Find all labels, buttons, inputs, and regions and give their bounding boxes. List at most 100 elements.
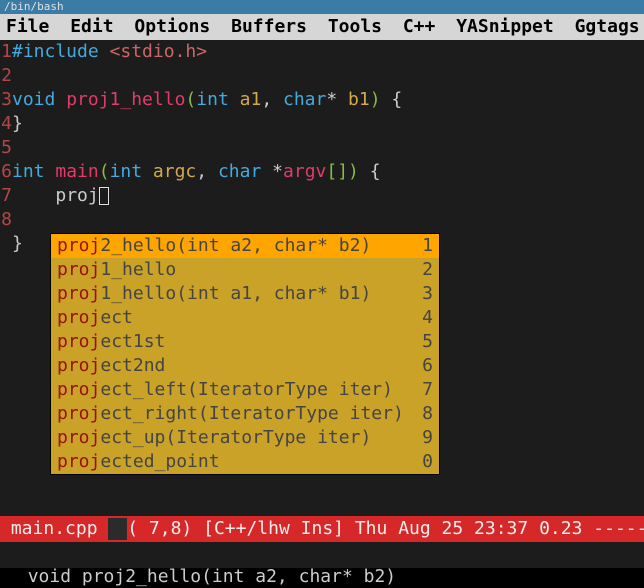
line-number bbox=[0, 232, 12, 256]
param-type: char bbox=[218, 161, 261, 182]
completion-match: proj bbox=[57, 427, 100, 448]
completion-number: 9 bbox=[415, 426, 433, 450]
completion-item[interactable]: project_right(IteratorType iter)8 bbox=[51, 402, 439, 426]
include-keyword: #include bbox=[12, 41, 99, 62]
completion-item[interactable]: projected_point0 bbox=[51, 450, 439, 474]
completion-item[interactable]: project2nd6 bbox=[51, 354, 439, 378]
completion-item[interactable]: project4 bbox=[51, 306, 439, 330]
completion-number: 4 bbox=[415, 306, 433, 330]
line-number: 8 bbox=[0, 208, 12, 232]
line-number: 4 bbox=[0, 112, 12, 136]
completion-label: project bbox=[57, 306, 415, 330]
completion-rest: 2_hello(int a2, char* b2) bbox=[100, 235, 371, 256]
menu-yasnippet[interactable]: YASnippet bbox=[456, 16, 554, 37]
menu-buffers[interactable]: Buffers bbox=[231, 16, 307, 37]
completion-number: 5 bbox=[415, 330, 433, 354]
editor-area[interactable]: 1 #include <stdio.h> 2 3 void proj1_hell… bbox=[0, 40, 644, 516]
param-type: int bbox=[110, 161, 143, 182]
menu-options[interactable]: Options bbox=[134, 16, 210, 37]
completion-label: project1st bbox=[57, 330, 415, 354]
completion-match: proj bbox=[57, 451, 100, 472]
completion-number: 6 bbox=[415, 354, 433, 378]
completion-item[interactable]: project1st5 bbox=[51, 330, 439, 354]
keyword-int: int bbox=[12, 161, 45, 182]
completion-label: project_up(IteratorType iter) bbox=[57, 426, 415, 450]
completion-rest: ect bbox=[100, 307, 133, 328]
completion-rest: ect_left(IteratorType iter) bbox=[100, 379, 393, 400]
param-name: a1 bbox=[240, 89, 262, 110]
menu-cpp[interactable]: C++ bbox=[403, 16, 436, 37]
completion-rest: ected_point bbox=[100, 451, 219, 472]
modeline-time: Thu Aug 25 23:37 bbox=[355, 518, 528, 539]
modeline-filename: main.cpp bbox=[11, 518, 98, 539]
completion-label: proj1_hello bbox=[57, 258, 415, 282]
menu-file[interactable]: File bbox=[6, 16, 49, 37]
param-name: argv bbox=[283, 161, 326, 182]
star: * bbox=[326, 89, 337, 110]
text-cursor bbox=[99, 187, 109, 205]
completion-popup[interactable]: proj2_hello(int a2, char* b2)1proj1_hell… bbox=[50, 233, 440, 475]
menu-bar: File Edit Options Buffers Tools C++ YASn… bbox=[0, 14, 644, 40]
minibuffer-text: void proj2_hello(int a2, char* b2) bbox=[28, 566, 396, 587]
completion-match: proj bbox=[57, 403, 100, 424]
completion-label: projected_point bbox=[57, 450, 415, 474]
window-title: /bin/bash bbox=[4, 0, 64, 13]
code-line: 4 } bbox=[0, 112, 644, 136]
code-line: 5 bbox=[0, 136, 644, 160]
completion-rest: 1_hello bbox=[100, 259, 176, 280]
line-number: 3 bbox=[0, 88, 12, 112]
modeline-gap: 1 bbox=[108, 518, 127, 540]
completion-rest: ect_right(IteratorType iter) bbox=[100, 403, 403, 424]
code-line: 2 bbox=[0, 64, 644, 88]
completion-rest: ect2nd bbox=[100, 355, 165, 376]
completion-number: 8 bbox=[415, 402, 433, 426]
code-line: 7 proj bbox=[0, 184, 644, 208]
completion-number: 3 bbox=[415, 282, 433, 306]
completion-rest: ect_up(IteratorType iter) bbox=[100, 427, 371, 448]
param-name: argc bbox=[153, 161, 196, 182]
completion-item[interactable]: proj2_hello(int a2, char* b2)1 bbox=[51, 234, 439, 258]
completion-rest: 1_hello(int a1, char* b1) bbox=[100, 283, 371, 304]
typed-prefix: proj bbox=[55, 185, 98, 206]
completion-label: project2nd bbox=[57, 354, 415, 378]
completion-label: proj1_hello(int a1, char* b1) bbox=[57, 282, 415, 306]
completion-match: proj bbox=[57, 355, 100, 376]
function-name: proj1_hello bbox=[66, 89, 185, 110]
completion-match: proj bbox=[57, 235, 100, 256]
completion-match: proj bbox=[57, 259, 100, 280]
completion-item[interactable]: proj1_hello(int a1, char* b1)3 bbox=[51, 282, 439, 306]
code-line: 6 int main(int argc, char *argv[]) { bbox=[0, 160, 644, 184]
completion-label: project_left(IteratorType iter) bbox=[57, 378, 415, 402]
keyword-void: void bbox=[12, 89, 55, 110]
line-number: 7 bbox=[0, 184, 12, 208]
param-type: char bbox=[283, 89, 326, 110]
completion-item[interactable]: proj1_hello2 bbox=[51, 258, 439, 282]
completion-label: project_right(IteratorType iter) bbox=[57, 402, 415, 426]
menu-ggtags[interactable]: Ggtags bbox=[575, 16, 640, 37]
completion-match: proj bbox=[57, 283, 100, 304]
completion-rest: ect1st bbox=[100, 331, 165, 352]
completion-item[interactable]: project_left(IteratorType iter)7 bbox=[51, 378, 439, 402]
modeline-pos: ( 7,8) bbox=[127, 518, 192, 539]
completion-number: 0 bbox=[415, 450, 433, 474]
menu-edit[interactable]: Edit bbox=[70, 16, 113, 37]
modeline-load: 0.23 bbox=[539, 518, 582, 539]
completion-number: 7 bbox=[415, 378, 433, 402]
completion-number: 2 bbox=[415, 258, 433, 282]
minibuffer: void proj2_hello(int a2, char* b2) bbox=[0, 542, 644, 568]
param-name: b1 bbox=[348, 89, 370, 110]
completion-match: proj bbox=[57, 331, 100, 352]
code-line: 1 #include <stdio.h> bbox=[0, 40, 644, 64]
completion-item[interactable]: project_up(IteratorType iter)9 bbox=[51, 426, 439, 450]
modeline-mode: [C++/lhw Ins] bbox=[203, 518, 344, 539]
completion-match: proj bbox=[57, 307, 100, 328]
line-number: 1 bbox=[0, 40, 12, 64]
completion-match: proj bbox=[57, 379, 100, 400]
line-number: 6 bbox=[0, 160, 12, 184]
star: * bbox=[272, 161, 283, 182]
include-header: <stdio.h> bbox=[110, 41, 208, 62]
function-main: main bbox=[55, 161, 98, 182]
param-type: int bbox=[196, 89, 229, 110]
code-line: 3 void proj1_hello(int a1, char* b1) { bbox=[0, 88, 644, 112]
menu-tools[interactable]: Tools bbox=[328, 16, 382, 37]
